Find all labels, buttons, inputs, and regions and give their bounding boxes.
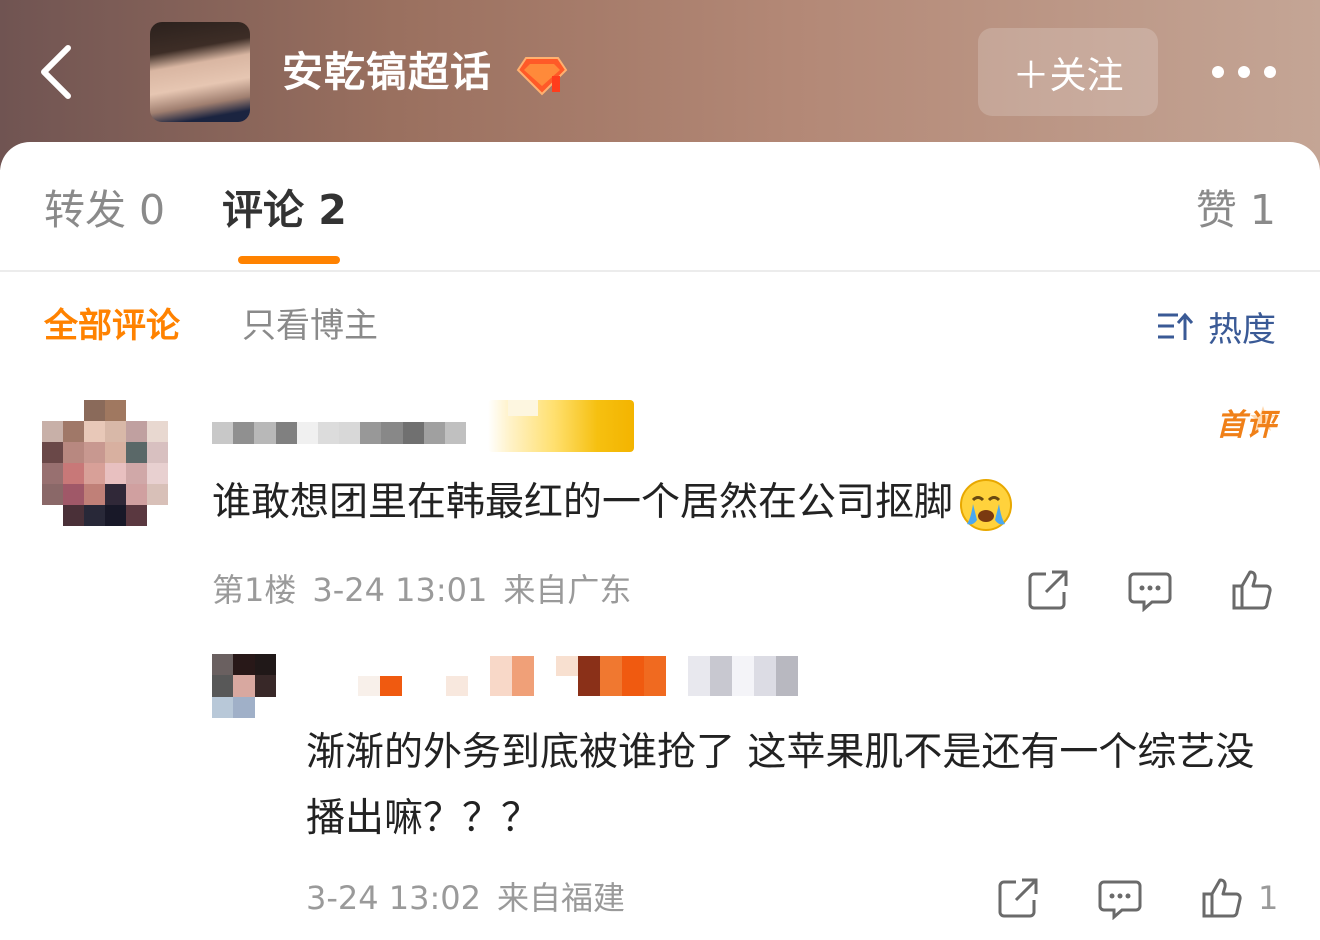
floor-number: 第1楼 <box>212 571 297 609</box>
comment-meta: 第1楼 3-24 13:01 来自广东 <box>212 568 647 612</box>
reply-location: 来自福建 <box>497 879 626 917</box>
filter-blogger-only[interactable]: 只看博主 <box>242 302 378 350</box>
tab-comment[interactable]: 评论 2 <box>222 182 347 238</box>
comment-time: 3-24 13:01 <box>312 571 488 609</box>
reply-like-count: 1 <box>1258 879 1279 917</box>
crying-face-emoji-icon <box>960 478 1013 531</box>
sort-icon <box>1158 312 1194 340</box>
follow-button[interactable]: ＋关注 <box>978 28 1158 116</box>
topic-title[interactable]: 安乾镐超话 <box>282 44 492 100</box>
reply-meta: 3-24 13:02 来自福建 <box>306 876 641 920</box>
diamond-level-icon <box>516 57 568 96</box>
reply-comment-icon[interactable] <box>1098 876 1142 920</box>
share-icon[interactable] <box>1026 568 1070 612</box>
like-thumb-icon[interactable] <box>1230 568 1274 612</box>
member-badge-pixelated <box>488 400 634 452</box>
filter-all-comments[interactable]: 全部评论 <box>44 302 180 350</box>
reply-text: 渐渐的外务到底被谁抢了 这苹果肌不是还有一个综艺没播出嘛？？？ <box>306 730 1255 841</box>
reply-comment-icon[interactable] <box>1128 568 1172 612</box>
comment-location: 来自广东 <box>503 571 632 609</box>
back-arrow-icon[interactable] <box>30 40 90 104</box>
tab-divider <box>0 270 1320 272</box>
reply-name-pixelated[interactable] <box>292 656 798 696</box>
more-options-icon[interactable] <box>1208 60 1280 84</box>
comment-text-content: 谁敢想团里在韩最红的一个居然在公司抠脚 <box>212 480 954 525</box>
reply-time: 3-24 13:02 <box>306 879 482 917</box>
sort-label: 热度 <box>1208 309 1276 350</box>
reply-avatar[interactable] <box>212 654 276 718</box>
share-icon[interactable] <box>996 876 1040 920</box>
tab-repost[interactable]: 转发 0 <box>44 182 165 238</box>
comment-text: 谁敢想团里在韩最红的一个居然在公司抠脚 <box>212 474 1013 532</box>
sort-button[interactable]: 热度 <box>1156 302 1276 350</box>
comments-card: 转发 0 评论 2 赞 1 全部评论 只看博主 热度 首评 谁敢想团里在韩最红的… <box>0 142 1320 940</box>
commenter-avatar[interactable] <box>42 400 168 526</box>
active-tab-indicator <box>238 256 340 264</box>
topic-avatar[interactable] <box>150 22 250 122</box>
like-thumb-icon[interactable] <box>1200 876 1244 920</box>
commenter-name-pixelated[interactable] <box>212 422 467 444</box>
tab-like[interactable]: 赞 1 <box>1196 182 1276 238</box>
first-comment-badge: 首评 <box>1216 408 1276 443</box>
